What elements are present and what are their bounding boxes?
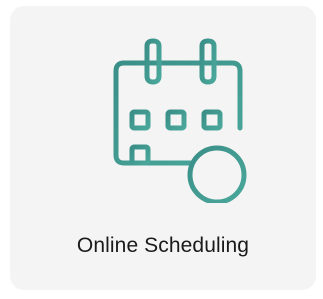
online-scheduling-card[interactable]: Online Scheduling [10,6,316,290]
card-label: Online Scheduling [76,234,250,257]
calendar-add-icon [113,38,247,203]
